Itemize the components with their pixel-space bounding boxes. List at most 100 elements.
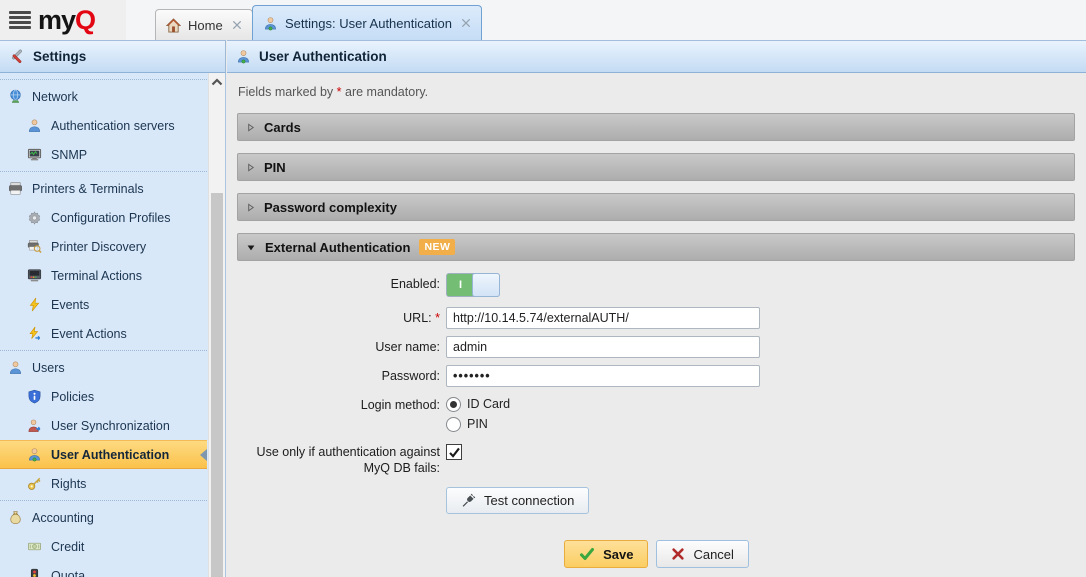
bolt-icon [27, 297, 42, 312]
sidebar-item-credit[interactable]: Credit [0, 532, 207, 561]
password-input[interactable] [446, 365, 760, 387]
username-label: User name: [227, 336, 440, 358]
sidebar-item-label: Printers & Terminals [32, 182, 144, 196]
tab-settings-user-authentication[interactable]: Settings: User Authentication [252, 5, 482, 40]
selected-pointer-icon [200, 449, 207, 461]
user-icon [27, 118, 42, 133]
sidebar-item-label: Authentication servers [51, 119, 175, 133]
user-auth-icon [27, 447, 42, 462]
sidebar-divider [0, 500, 207, 501]
sidebar-item-label: Accounting [32, 511, 94, 525]
banknote-icon [27, 539, 42, 554]
sidebar-item-quota[interactable]: Quota [0, 561, 207, 577]
sidebar-item-label: Configuration Profiles [51, 211, 171, 225]
sidebar-item-configuration-profiles[interactable]: Configuration Profiles [0, 203, 207, 232]
bolt-action-icon [27, 326, 42, 341]
section-label: Cards [264, 120, 301, 135]
sidebar-item-policies[interactable]: Policies [0, 382, 207, 411]
sidebar-item-label: Printer Discovery [51, 240, 146, 254]
sidebar-item-printer-discovery[interactable]: Printer Discovery [0, 232, 207, 261]
printer-icon [8, 181, 23, 196]
tab-home-label: Home [188, 18, 223, 33]
fallback-checkbox[interactable] [446, 444, 462, 460]
traffic-light-icon [27, 568, 42, 577]
sidebar-divider [0, 171, 207, 172]
tab-settings-label: Settings: User Authentication [285, 16, 452, 31]
plug-icon [461, 493, 476, 508]
moneybag-icon [8, 510, 23, 525]
printer-search-icon [27, 239, 42, 254]
user-sync-icon [27, 418, 42, 433]
section-external-authentication[interactable]: External Authentication NEW [237, 233, 1075, 261]
section-cards[interactable]: Cards [237, 113, 1075, 141]
sidebar-item-label: Rights [51, 477, 86, 491]
hamburger-menu-icon[interactable] [9, 11, 31, 29]
chevron-down-icon [246, 243, 256, 252]
tab-home-close-icon[interactable] [232, 20, 242, 30]
radio-id-card[interactable] [446, 397, 461, 412]
sidebar-item-label: Event Actions [51, 327, 127, 341]
sidebar-item-label: User Synchronization [51, 419, 170, 433]
main-header: User Authentication [227, 40, 1086, 73]
home-icon [166, 18, 181, 33]
sidebar-item-rights[interactable]: Rights [0, 469, 207, 498]
checkmark-icon [579, 546, 595, 562]
sidebar-item-printers-terminals[interactable]: Printers & Terminals [0, 174, 207, 203]
sidebar-item-label: SNMP [51, 148, 87, 162]
new-badge: NEW [419, 239, 455, 255]
page-title: User Authentication [259, 49, 387, 64]
section-password-complexity[interactable]: Password complexity [237, 193, 1075, 221]
login-method-label: Login method: [227, 394, 440, 434]
sidebar-title: Settings [33, 49, 86, 64]
toggle-knob[interactable] [472, 273, 500, 297]
user-icon [263, 16, 278, 31]
sidebar-item-user-authentication[interactable]: User Authentication [0, 440, 207, 469]
sidebar-item-authentication-servers[interactable]: Authentication servers [0, 111, 207, 140]
sidebar-item-event-actions[interactable]: Event Actions [0, 319, 207, 348]
url-input[interactable] [446, 307, 760, 329]
sidebar-item-users[interactable]: Users [0, 353, 207, 382]
toggle-on-text: I [447, 274, 474, 296]
sidebar-item-snmp[interactable]: SNMP [0, 140, 207, 169]
radio-pin-label: PIN [467, 417, 488, 431]
radio-id-card-label: ID Card [467, 397, 510, 411]
tab-settings-close-icon[interactable] [461, 18, 471, 28]
chevron-right-icon [246, 163, 255, 172]
terminal-icon [27, 268, 42, 283]
section-label: External Authentication [265, 240, 410, 255]
enabled-label: Enabled: [227, 273, 440, 297]
enabled-toggle[interactable]: I [446, 273, 500, 297]
scrollbar-thumb[interactable] [211, 193, 223, 577]
user-auth-icon [236, 49, 251, 64]
myq-settings-window: myQ Home Settings: User Authentication S… [0, 0, 1086, 577]
sidebar-item-label: Terminal Actions [51, 269, 142, 283]
section-pin[interactable]: PIN [237, 153, 1075, 181]
user-icon [8, 360, 23, 375]
sidebar-item-label: Policies [51, 390, 94, 404]
radio-pin[interactable] [446, 417, 461, 432]
sidebar-item-terminal-actions[interactable]: Terminal Actions [0, 261, 207, 290]
monitor-icon [27, 147, 42, 162]
cancel-button[interactable]: Cancel [656, 540, 748, 568]
password-label: Password: [227, 365, 440, 387]
login-method-id-card[interactable]: ID Card [446, 394, 510, 414]
scrollbar-up-icon[interactable] [209, 73, 225, 91]
sidebar-item-events[interactable]: Events [0, 290, 207, 319]
sidebar-item-accounting[interactable]: Accounting [0, 503, 207, 532]
key-icon [27, 476, 42, 491]
sidebar-header: Settings [0, 40, 226, 73]
test-connection-button[interactable]: Test connection [446, 487, 589, 514]
sidebar-scrollbar[interactable] [208, 73, 225, 577]
sections-list: Cards PIN Password complexity External Auth… [237, 113, 1075, 261]
save-button[interactable]: Save [564, 540, 648, 568]
section-label: PIN [264, 160, 286, 175]
sidebar-item-user-synchronization[interactable]: User Synchronization [0, 411, 207, 440]
cross-icon [671, 547, 685, 561]
tools-icon [9, 49, 25, 65]
tab-home[interactable]: Home [155, 9, 253, 40]
sidebar-item-network[interactable]: Network [0, 82, 207, 111]
sidebar-divider [0, 350, 207, 351]
sidebar-item-label: Credit [51, 540, 84, 554]
username-input[interactable] [446, 336, 760, 358]
login-method-pin[interactable]: PIN [446, 414, 510, 434]
